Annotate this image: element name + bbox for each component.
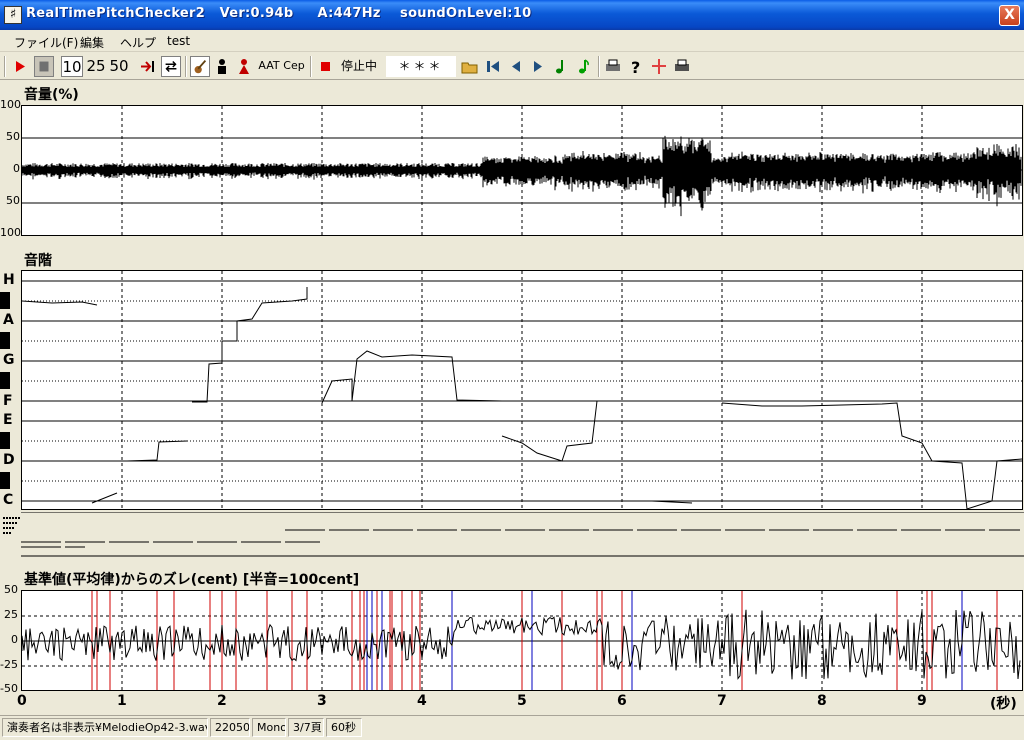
time-tick: 7	[717, 693, 727, 709]
print2-icon[interactable]	[672, 56, 692, 77]
sharp-key-marker	[0, 372, 10, 389]
stop-icon[interactable]	[34, 56, 54, 77]
sharp-key-marker	[0, 292, 10, 309]
pitch-trace	[721, 402, 1022, 509]
cent-y-tick: 0	[11, 633, 18, 646]
pitch-panel-title: 音階	[24, 253, 52, 269]
cent-y-tick: 25	[4, 608, 18, 621]
speed-50-button[interactable]: 50	[108, 56, 130, 77]
player-red-icon[interactable]	[234, 56, 254, 77]
record-stop-icon[interactable]	[316, 56, 336, 77]
time-tick: 0	[17, 693, 27, 709]
cent-y-tick: -50	[0, 682, 18, 695]
time-tick: 4	[417, 693, 427, 709]
note-green2-icon[interactable]	[574, 56, 594, 77]
cep-button[interactable]: Cep	[282, 56, 306, 77]
pitch-trace	[192, 287, 308, 403]
step-forward-icon[interactable]	[528, 56, 548, 77]
toolbar-grip	[4, 56, 6, 77]
cent-y-tick: 50	[4, 583, 18, 596]
print-icon[interactable]	[603, 56, 623, 77]
volume-y-tick: 100	[0, 226, 21, 239]
time-tick: 1	[117, 693, 127, 709]
note-label: C	[3, 492, 14, 508]
note-label: H	[3, 272, 15, 288]
status-bar: 演奏者名は非表示¥MelodieOp42-3.wav 22050 Mono 3/…	[0, 715, 1024, 740]
note-label: F	[3, 393, 13, 409]
step-back-icon[interactable]	[506, 56, 526, 77]
note-label: G	[3, 352, 15, 368]
sharp-key-marker	[0, 432, 10, 449]
note-display: ＊＊＊	[386, 56, 456, 77]
pitch-trace	[321, 350, 503, 404]
menu-help[interactable]: ヘルプ	[120, 34, 156, 51]
app-window: ♯ RealTimePitchChecker2 Ver:0.94b A:447H…	[0, 0, 1024, 740]
toolbar: 10 25 50 AAT Cep 停止中 ＊＊＊ ?	[0, 53, 1024, 80]
cent-trace	[22, 609, 1021, 680]
speed-10-button[interactable]: 10	[61, 56, 83, 77]
loop-icon[interactable]	[161, 56, 181, 77]
pitch-plot[interactable]	[21, 270, 1023, 510]
jump-end-icon[interactable]	[138, 56, 158, 77]
volume-y-tick: 0	[13, 162, 20, 175]
status-label: 停止中	[340, 59, 377, 73]
time-tick: 6	[617, 693, 627, 709]
sharp-key-marker	[0, 472, 10, 489]
pitch-trace	[126, 440, 188, 462]
skip-first-icon[interactable]	[483, 56, 503, 77]
status-page: 3/7頁	[288, 718, 324, 737]
play-icon[interactable]	[10, 56, 30, 77]
status-file: 演奏者名は非表示¥MelodieOp42-3.wav	[2, 718, 208, 737]
menu-edit[interactable]: 編集	[80, 34, 104, 51]
title-bar[interactable]: ♯ RealTimePitchChecker2 Ver:0.94b A:447H…	[0, 0, 1024, 30]
open-folder-icon[interactable]	[460, 56, 480, 77]
close-button[interactable]: X	[999, 5, 1020, 26]
sharp-key-marker	[0, 332, 10, 349]
speed-25-button[interactable]: 25	[85, 56, 107, 77]
status-rate: 22050	[210, 718, 250, 737]
pitch-trace	[22, 300, 98, 306]
volume-y-tick: 50	[6, 194, 20, 207]
menu-file[interactable]: ファイル(F)	[14, 34, 78, 51]
cent-panel-title: 基準値(平均律)からのズレ(cent) [半音=100cent]	[24, 572, 360, 588]
menu-test[interactable]: test	[167, 34, 190, 48]
volume-y-tick: 50	[6, 130, 20, 143]
violin-icon[interactable]	[190, 56, 210, 77]
cent-deviation-plot[interactable]	[21, 590, 1023, 691]
window-title: RealTimePitchChecker2 Ver:0.94b A:447Hz …	[26, 6, 532, 21]
time-unit-label: (秒)	[990, 696, 1017, 712]
time-tick: 3	[317, 693, 327, 709]
status-channels: Mono	[252, 718, 286, 737]
note-label: E	[3, 412, 13, 428]
menu-bar: ファイル(F) 編集 ヘルプ test	[0, 30, 1024, 52]
note-strip	[3, 512, 1024, 557]
help-icon[interactable]: ?	[626, 56, 646, 77]
time-tick: 2	[217, 693, 227, 709]
note-label: D	[3, 452, 15, 468]
svg-text:?: ?	[631, 58, 640, 77]
cursor-icon[interactable]	[649, 56, 669, 77]
cent-y-tick: -25	[0, 658, 18, 671]
note-green-icon[interactable]	[551, 56, 571, 77]
status-duration: 60秒	[326, 718, 362, 737]
time-tick: 9	[917, 693, 927, 709]
time-tick: 8	[817, 693, 827, 709]
volume-waveform-plot[interactable]	[21, 105, 1023, 236]
app-icon: ♯	[4, 6, 22, 24]
aat-button[interactable]: AAT	[258, 56, 280, 77]
player-icon[interactable]	[212, 56, 232, 77]
volume-y-tick: 100	[0, 98, 21, 111]
time-tick: 5	[517, 693, 527, 709]
note-label: A	[3, 312, 14, 328]
volume-panel-title: 音量(%)	[24, 87, 79, 103]
